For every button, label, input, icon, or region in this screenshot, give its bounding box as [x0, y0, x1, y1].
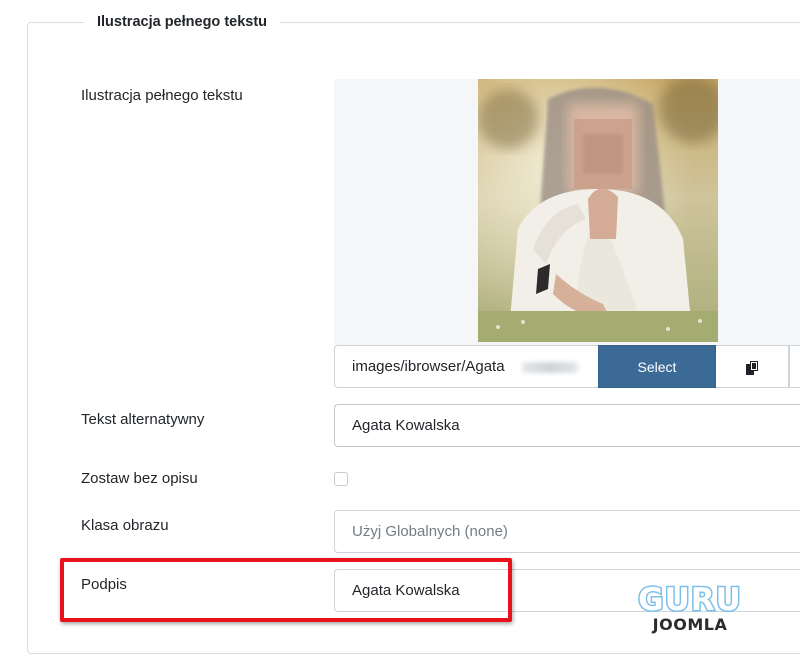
image-path-blurred-suffix — [522, 362, 578, 373]
image-class-input[interactable]: Użyj Globalnych (none) — [334, 510, 800, 553]
alt-text-input[interactable]: Agata Kowalska — [334, 404, 800, 447]
select-image-button[interactable]: Select — [598, 345, 716, 388]
image-field-label: Ilustracja pełnego tekstu — [81, 87, 243, 104]
watermark-joomla: JOOMLA — [652, 615, 728, 634]
no-description-checkbox[interactable] — [334, 472, 348, 486]
image-path-input[interactable]: images/ibrowser/Agata — [334, 345, 598, 388]
image-path-group: images/ibrowser/Agata Select — [334, 345, 800, 388]
image-preview — [334, 79, 800, 346]
image-path-value: images/ibrowser/Agata — [352, 358, 505, 375]
copy-icon — [746, 361, 758, 375]
no-description-label: Zostaw bez opisu — [81, 470, 198, 487]
watermark-guru: GURU — [637, 582, 743, 619]
caption-highlight-box — [60, 558, 512, 622]
preview-photo — [478, 79, 718, 342]
clear-path-button[interactable] — [789, 345, 800, 388]
alt-text-label: Tekst alternatywny — [81, 411, 205, 428]
image-class-label: Klasa obrazu — [81, 517, 169, 534]
section-legend: Ilustracja pełnego tekstu — [84, 12, 281, 32]
copy-path-button[interactable] — [716, 345, 789, 388]
